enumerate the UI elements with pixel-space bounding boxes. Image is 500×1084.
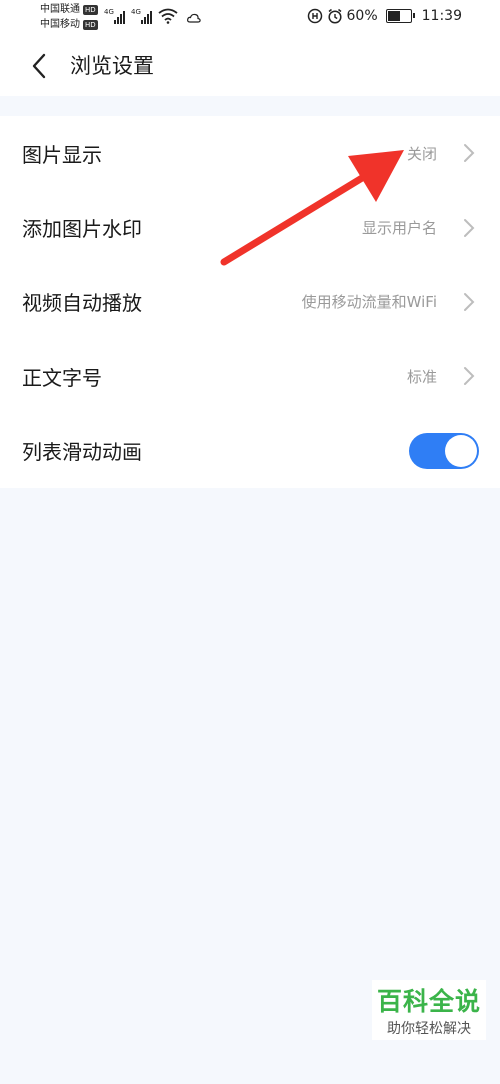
setting-font-size[interactable]: 正文字号 标准 [0,339,500,413]
setting-label: 正文字号 [22,365,102,390]
scroll-animation-toggle[interactable] [409,432,479,469]
wifi-icon [158,8,178,24]
setting-image-watermark[interactable]: 添加图片水印 显示用户名 [0,190,500,264]
status-right: 60% 11:39 [307,8,462,24]
screen: 中国联通 HD 中国移动 HD 4G 4G 60% 11:39 浏览设置 图片显… [0,0,500,1084]
setting-value: 关闭 [406,144,437,163]
clock: 11:39 [421,8,462,24]
network-type-2: 4G [131,8,141,16]
chevron-right-icon [464,218,475,237]
battery-percent: 60% [346,8,378,24]
setting-value: 标准 [406,367,437,386]
chevron-right-icon [464,144,475,163]
network-type-1: 4G [104,8,114,16]
watermark-logo: 百科全说 助你轻松解决 [372,980,486,1040]
carrier-1: 中国联通 [40,4,80,15]
setting-label: 图片显示 [22,142,102,167]
chevron-right-icon [464,367,475,386]
status-bar: 中国联通 HD 中国移动 HD 4G 4G 60% 11:39 [0,0,500,36]
carrier-info: 中国联通 HD 中国移动 HD [40,2,98,32]
data-saver-icon [307,8,322,24]
signal-strength-icon-2: 4G [131,8,152,24]
setting-list-scroll-animation: 列表滑动动画 [0,414,500,488]
hd-badge-1: HD [83,4,98,15]
header: 浏览设置 [0,36,500,96]
carrier-2: 中国移动 [40,19,80,30]
hd-badge-2: HD [83,19,98,30]
toggle-knob [445,434,477,467]
battery-icon [385,9,415,23]
chevron-right-icon [464,292,475,311]
watermark-subtitle: 助你轻松解决 [387,1021,471,1037]
setting-value: 显示用户名 [361,219,437,238]
signal-indicators: 4G 4G [104,8,201,24]
settings-list: 图片显示 关闭 添加图片水印 显示用户名 视频自动播放 使用移动流量和WiFi … [0,116,500,488]
setting-image-display[interactable]: 图片显示 关闭 [0,116,500,190]
signal-strength-icon-1: 4G [104,8,125,24]
cloud-icon [187,13,201,23]
watermark-title: 百科全说 [376,987,481,1016]
setting-label: 添加图片水印 [22,217,142,242]
page-title: 浏览设置 [70,54,154,78]
setting-label: 视频自动播放 [22,291,142,316]
back-arrow-icon[interactable] [28,52,50,80]
setting-video-autoplay[interactable]: 视频自动播放 使用移动流量和WiFi [0,265,500,339]
setting-label: 列表滑动动画 [22,440,142,465]
setting-value: 使用移动流量和WiFi [301,293,437,312]
battery-level [387,11,400,21]
alarm-icon [327,8,342,24]
